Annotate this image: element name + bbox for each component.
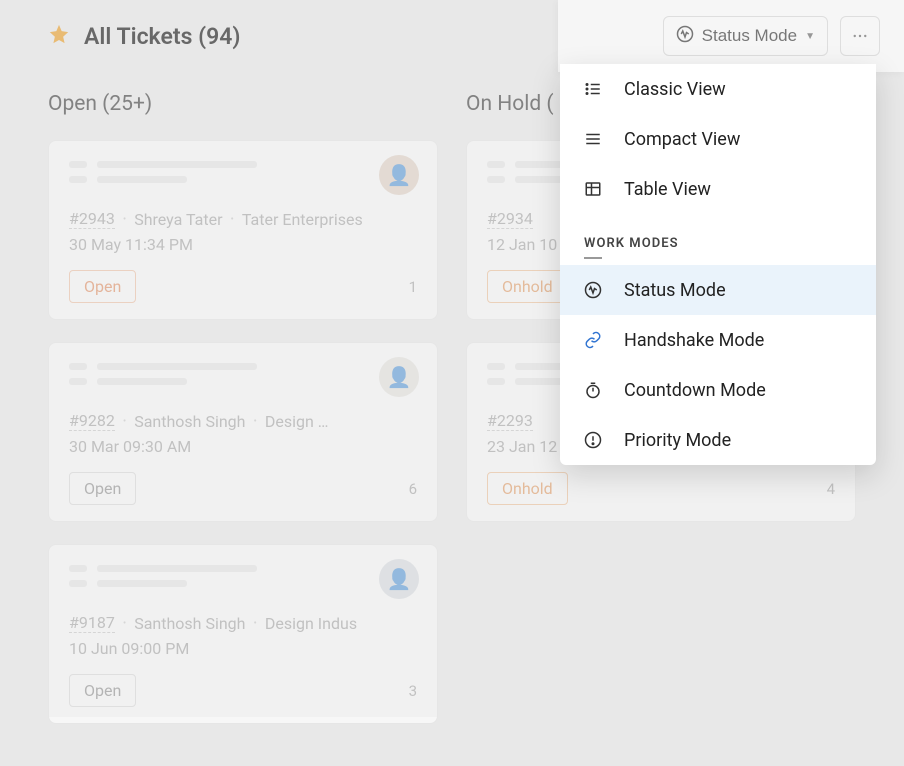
lines-icon: [584, 130, 602, 148]
ticket-count: 4: [827, 480, 835, 498]
view-mode-dropdown[interactable]: Classic View Compact View Table View WORK M…: [560, 64, 876, 465]
status-chip[interactable]: Open: [69, 270, 136, 303]
dropdown-item[interactable]: Priority Mode: [560, 415, 876, 465]
dropdown-item-label: Compact View: [624, 129, 740, 150]
dropdown-item-label: Countdown Mode: [624, 380, 766, 401]
header-toolbar: Status Mode ▼: [558, 0, 904, 72]
status-chip[interactable]: Open: [69, 472, 136, 505]
dropdown-item-label: Handshake Mode: [624, 330, 764, 351]
more-button[interactable]: [840, 16, 880, 56]
mode-button-label: Status Mode: [702, 26, 797, 46]
alert-icon: [584, 431, 602, 449]
ticket-id: #9187: [69, 613, 115, 633]
ticket-meta: #2943•Shreya Tater•Tater Enterprises: [69, 209, 417, 229]
dropdown-item-label: Table View: [624, 179, 711, 200]
kanban-column: Open (25+) 👤 #2943•Shreya Tater•Tater Ente…: [48, 92, 438, 746]
activity-icon: [676, 25, 694, 48]
dropdown-item[interactable]: Classic View: [560, 64, 876, 114]
ticket-meta: #9282•Santhosh Singh•Design …: [69, 411, 417, 431]
status-chip[interactable]: Onhold: [487, 270, 568, 303]
dropdown-item[interactable]: Countdown Mode: [560, 365, 876, 415]
ticket-count: 1: [409, 278, 417, 296]
ticket-card[interactable]: 👤 #9187•Santhosh Singh•Design Indus 10 Jun…: [48, 544, 438, 724]
avatar: 👤: [379, 155, 419, 195]
dropdown-item[interactable]: Handshake Mode: [560, 315, 876, 365]
star-icon: [48, 23, 70, 49]
ticket-date: 30 Mar 09:30 AM: [69, 437, 417, 456]
status-chip[interactable]: Open: [69, 674, 136, 707]
ticket-count: 3: [409, 682, 417, 700]
avatar: 👤: [379, 357, 419, 397]
link-icon: [584, 331, 602, 349]
ticket-meta: #9187•Santhosh Singh•Design Indus: [69, 613, 417, 633]
activity-icon: [584, 281, 602, 299]
dropdown-section-header: WORK MODES: [560, 214, 876, 265]
timer-icon: [584, 381, 602, 399]
column-title: Open (25+): [48, 92, 438, 116]
dropdown-item-label: Classic View: [624, 79, 726, 100]
avatar: 👤: [379, 559, 419, 599]
ticket-person: Santhosh Singh: [134, 412, 245, 431]
ticket-date: 10 Jun 09:00 PM: [69, 639, 417, 658]
ticket-person: Shreya Tater: [134, 210, 222, 229]
ticket-date: 30 May 11:34 PM: [69, 235, 417, 254]
page-title: All Tickets (94): [84, 23, 240, 50]
list-icon: [584, 80, 602, 98]
ticket-card[interactable]: 👤 #9282•Santhosh Singh•Design … 30 Mar 09:…: [48, 342, 438, 522]
ticket-id: #9282: [69, 411, 115, 431]
ticket-card[interactable]: 👤 #2943•Shreya Tater•Tater Enterprises 30 …: [48, 140, 438, 320]
dropdown-item-label: Status Mode: [624, 280, 726, 301]
ticket-person: Santhosh Singh: [134, 614, 245, 633]
dropdown-item[interactable]: Compact View: [560, 114, 876, 164]
ticket-id: #2943: [69, 209, 115, 229]
ticket-company: Tater Enterprises: [242, 210, 363, 229]
table-icon: [584, 180, 602, 198]
dropdown-item[interactable]: Status Mode: [560, 265, 876, 315]
dropdown-item-label: Priority Mode: [624, 430, 731, 451]
chevron-down-icon: ▼: [805, 31, 815, 42]
ticket-company: Design …: [265, 412, 329, 431]
ticket-company: Design Indus: [265, 614, 357, 633]
ticket-id: #2293: [487, 411, 533, 431]
status-chip[interactable]: Onhold: [487, 472, 568, 505]
ticket-id: #2934: [487, 209, 533, 229]
dropdown-item[interactable]: Table View: [560, 164, 876, 214]
ticket-count: 6: [409, 480, 417, 498]
view-mode-button[interactable]: Status Mode ▼: [663, 16, 828, 56]
